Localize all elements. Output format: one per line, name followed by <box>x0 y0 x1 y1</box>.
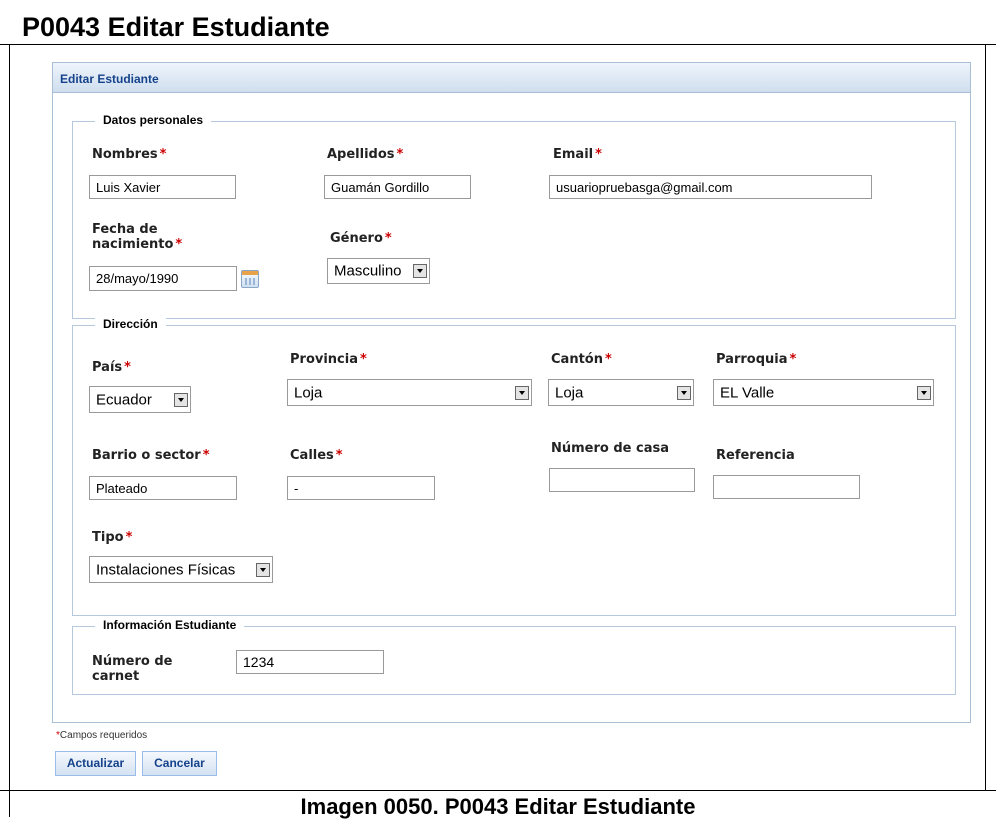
parroquia-select[interactable]: EL Valle <box>713 379 934 406</box>
calles-label: Calles * <box>290 448 343 463</box>
chevron-down-icon[interactable] <box>174 392 188 407</box>
informacion-estudiante-fieldset: Información Estudiante <box>72 618 956 695</box>
numero-carnet-input[interactable] <box>236 650 384 674</box>
actualizar-button[interactable]: Actualizar <box>55 751 136 776</box>
required-asterisk: * <box>789 352 797 367</box>
required-asterisk: * <box>360 352 367 367</box>
required-asterisk: * <box>335 448 343 463</box>
numero-carnet-label: Número de carnet <box>92 654 173 684</box>
email-label: Email * <box>553 147 602 162</box>
required-asterisk: * <box>384 231 392 246</box>
numero-casa-input[interactable] <box>549 468 695 492</box>
required-asterisk: * <box>396 147 404 162</box>
email-input[interactable] <box>549 175 872 199</box>
panel-title: Editar Estudiante <box>60 72 159 86</box>
required-fields-note: *Campos requeridos <box>56 730 148 741</box>
numero-casa-label: Número de casa <box>551 441 670 456</box>
required-asterisk: * <box>124 360 131 375</box>
required-asterisk: * <box>604 352 612 367</box>
referencia-input[interactable] <box>713 475 860 499</box>
panel-header: Editar Estudiante <box>53 63 970 93</box>
apellidos-label: Apellidos * <box>327 147 404 162</box>
nombres-label: Nombres * <box>92 147 167 162</box>
provincia-label: Provincia * <box>290 352 367 367</box>
tipo-select[interactable]: Instalaciones Físicas <box>89 556 273 583</box>
required-asterisk: * <box>202 448 210 463</box>
apellidos-input[interactable] <box>324 175 471 199</box>
barrio-input[interactable] <box>89 476 237 500</box>
required-asterisk: * <box>595 147 602 162</box>
parroquia-label: Parroquia * <box>716 352 797 367</box>
informacion-estudiante-legend: Información Estudiante <box>95 618 245 632</box>
cancelar-button[interactable]: Cancelar <box>142 751 217 776</box>
document-title: P0043 Editar Estudiante <box>22 12 330 42</box>
genero-label: Género * <box>330 231 392 246</box>
provincia-select[interactable]: Loja <box>287 379 532 406</box>
canton-select[interactable]: Loja <box>548 379 694 406</box>
required-asterisk: * <box>125 530 133 545</box>
title-divider <box>0 44 996 45</box>
fecha-nacimiento-input[interactable] <box>89 266 237 291</box>
datos-personales-legend: Datos personales <box>95 113 212 127</box>
chevron-down-icon[interactable] <box>917 385 931 400</box>
fecha-nacimiento-label: Fecha de nacimiento * <box>92 222 183 252</box>
required-asterisk: * <box>159 147 167 162</box>
chevron-down-icon[interactable] <box>413 264 427 278</box>
calendar-icon[interactable] <box>241 270 259 288</box>
canton-value: Loja <box>555 384 584 401</box>
barrio-label: Barrio o sector * <box>92 448 210 463</box>
frame-left-border <box>9 44 10 817</box>
direccion-legend: Dirección <box>95 317 166 331</box>
frame-right-border <box>985 44 986 791</box>
chevron-down-icon[interactable] <box>256 562 270 577</box>
nombres-input[interactable] <box>89 175 236 199</box>
parroquia-value: EL Valle <box>720 384 775 401</box>
referencia-label: Referencia <box>716 448 795 463</box>
pais-value: Ecuador <box>96 391 152 408</box>
genero-select[interactable]: Masculino <box>327 258 430 284</box>
genero-value: Masculino <box>334 262 402 280</box>
chevron-down-icon[interactable] <box>515 385 529 400</box>
tipo-value: Instalaciones Físicas <box>96 561 236 578</box>
caption-divider <box>0 790 996 791</box>
required-asterisk: * <box>175 237 183 252</box>
provincia-value: Loja <box>294 384 323 401</box>
figure-caption: Imagen 0050. P0043 Editar Estudiante <box>300 794 696 819</box>
tipo-label: Tipo * <box>92 530 133 545</box>
pais-select[interactable]: Ecuador <box>89 386 191 413</box>
canton-label: Cantón * <box>551 352 612 367</box>
pais-label: País * <box>92 360 131 375</box>
calles-input[interactable] <box>287 476 435 500</box>
chevron-down-icon[interactable] <box>677 385 691 400</box>
